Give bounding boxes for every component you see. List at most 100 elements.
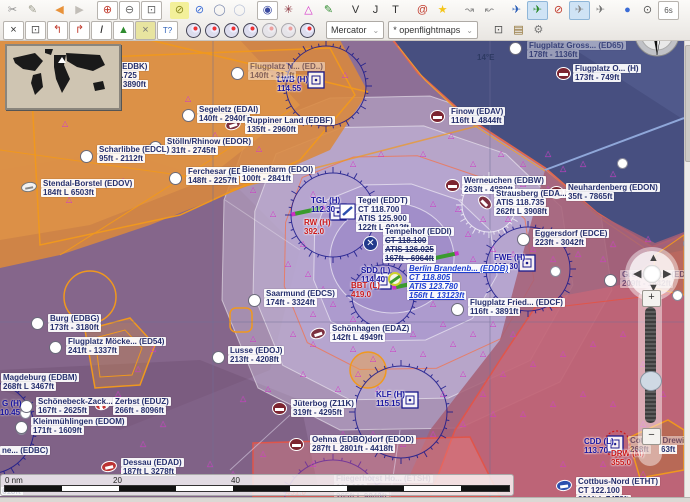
- measure-circle-yellow-icon[interactable]: ⊘: [170, 2, 189, 19]
- fir-gauge-icon[interactable]: [224, 23, 239, 38]
- airport-label[interactable]: Kleinmühlingen (EDOM)171ft - 1609ft: [31, 417, 127, 435]
- dtl-gauge-icon[interactable]: [281, 23, 296, 38]
- airport-label[interactable]: Scharlibbe (EDCL)95ft - 2112ft: [97, 145, 171, 163]
- compass-gauge-icon[interactable]: [186, 23, 201, 38]
- profile-t-icon[interactable]: T: [386, 2, 405, 19]
- rota-gauge-icon[interactable]: [243, 23, 258, 38]
- airport-label[interactable]: Saarmund (EDCS)174ft - 3324ft: [264, 289, 337, 307]
- airport-label[interactable]: Schönhagen (EDAZ)142ft L 4949ft: [330, 324, 411, 342]
- zoom-out-button[interactable]: −: [642, 428, 661, 445]
- airport-label[interactable]: Flugplatz Möcke... (ED54)241ft - 1337ft: [66, 337, 166, 355]
- aircraft-prohibited-icon[interactable]: ⊘: [549, 2, 568, 19]
- airport-label[interactable]: Flugplatz N... (ED..)140ft - 31..ft: [248, 62, 325, 80]
- zoom-selection-icon[interactable]: ⊕: [97, 1, 118, 20]
- obstacle-symbol-icon[interactable]: △: [299, 2, 318, 19]
- globe-grid-icon[interactable]: ●: [618, 2, 637, 19]
- profile-v-icon[interactable]: V: [346, 2, 365, 19]
- airport-label[interactable]: Flugplatz Fried... (EDCF)116ft - 3891ft: [468, 298, 565, 316]
- map-canvas[interactable]: △△△△△△△△△△△△△△△△△△△△△△△△△△△△△△△△△△△△△△△△…: [0, 40, 684, 497]
- compass-plus-gauge-icon[interactable]: [300, 23, 315, 38]
- airport-label[interactable]: Burg (EDBG)173ft - 3180ft: [48, 314, 101, 332]
- airport-label[interactable]: Finow (EDAV)116ft L 4844ft: [449, 107, 505, 125]
- path-red-icon[interactable]: ↰: [47, 21, 68, 40]
- spec-gauge-icon[interactable]: [262, 23, 277, 38]
- path-red2-icon[interactable]: ↱: [69, 21, 90, 40]
- airport-label[interactable]: Schönebeck-Zack...167ft - 2625ft: [36, 397, 115, 415]
- draw-pen-icon[interactable]: ✎: [319, 2, 338, 19]
- vertical-scrollbar[interactable]: [684, 40, 690, 497]
- airport-name: Flugplatz Fried... (EDCF): [468, 298, 565, 307]
- aircraft-a2-icon[interactable]: ✈: [591, 2, 610, 19]
- airport-label[interactable]: Bienenfarm (EDOI)100ft - 2841ft: [240, 165, 315, 183]
- airport-label[interactable]: Flugplatz Gross... (ED65)178ft - 1136ft: [527, 41, 626, 59]
- airport-label[interactable]: Tempelhof (EDDI)CT 118.100ATIS 126.02516…: [383, 227, 454, 263]
- vor-symbol-icon[interactable]: ◉: [257, 1, 278, 20]
- projection-select[interactable]: Mercator⌄: [326, 21, 384, 39]
- italic-text-icon[interactable]: I: [91, 21, 112, 40]
- waypoint-marker-icon[interactable]: @: [413, 2, 432, 19]
- airport-label[interactable]: Lusse (EDOJ)213ft - 4208ft: [228, 346, 284, 364]
- database-icon[interactable]: ▤: [509, 22, 528, 39]
- airport-label[interactable]: ne... (EDBC): [0, 446, 50, 455]
- navaid-label[interactable]: CDD (L)113.70: [584, 437, 614, 455]
- aircraft-blue-icon[interactable]: ✈: [507, 2, 526, 19]
- airport-info: 116ft L 4844ft: [449, 116, 504, 125]
- pan-up-icon[interactable]: ▲: [648, 252, 659, 264]
- airport-name: Eggersdorf (EDCE): [533, 229, 609, 238]
- six-s-icon[interactable]: 6s: [658, 1, 679, 20]
- profile-j-icon[interactable]: J: [366, 2, 385, 19]
- pan-right-icon[interactable]: ▶: [663, 267, 671, 280]
- circle-dot-icon[interactable]: ⊙: [638, 2, 657, 19]
- favorite-star-icon[interactable]: ★: [433, 2, 452, 19]
- obstacle-triangle-icon: △: [185, 95, 191, 103]
- airport-label[interactable]: Eggersdorf (EDCE)223ft - 3042ft: [533, 229, 609, 247]
- chart-select[interactable]: * openflightmaps⌄: [388, 21, 478, 39]
- navaid-label[interactable]: TGL (H)112.30: [311, 196, 340, 214]
- airport-info: 131ft - 2745ft: [165, 146, 218, 155]
- route-segment-icon[interactable]: ↝: [460, 2, 479, 19]
- clear-yellow-icon[interactable]: ×: [135, 21, 156, 40]
- close-x-icon[interactable]: ×: [3, 21, 24, 40]
- zoom-page-icon[interactable]: ⊡: [141, 1, 162, 20]
- navaid-label[interactable]: KLF (H)115.15: [376, 390, 405, 408]
- aircraft-a1-icon[interactable]: ✈: [569, 1, 590, 20]
- airport-label[interactable]: Stendal-Borstel (EDOV)184ft L 6503ft: [41, 179, 134, 197]
- pan-center[interactable]: [643, 265, 661, 283]
- airport-label[interactable]: Jüterbog (Z11K)319ft - 4295ft: [291, 399, 356, 417]
- nav-forward-icon[interactable]: ▶: [70, 2, 89, 19]
- stamp-tool-icon[interactable]: ✎: [23, 2, 42, 19]
- help-tq-icon[interactable]: T?: [157, 21, 178, 40]
- zoom-out-icon[interactable]: ⊖: [119, 1, 140, 20]
- range-circle-light-icon[interactable]: ◯: [230, 2, 249, 19]
- airport-label[interactable]: Oehna (EDBO)dorf (EDOD)287ft L 2801ft - …: [310, 435, 416, 453]
- range-circle-icon[interactable]: ◯: [210, 2, 229, 19]
- preview-box-icon[interactable]: ⊡: [489, 22, 508, 39]
- aircraft-add-icon[interactable]: ✈: [527, 1, 548, 20]
- scrollbar-thumb[interactable]: [685, 45, 690, 162]
- cut-tool-icon[interactable]: ✂: [3, 2, 22, 19]
- class-gauge-icon[interactable]: [205, 23, 220, 38]
- ndb-label[interactable]: RW (H)392.0: [304, 218, 331, 236]
- world-overview-inset[interactable]: [5, 44, 121, 110]
- zoom-box-icon[interactable]: ⊡: [25, 21, 46, 40]
- route-edit-icon[interactable]: ↜: [480, 2, 499, 19]
- airport-label[interactable]: Stölln/Rhinow (EDOR)131ft - 2745ft: [165, 137, 253, 155]
- settings-gear-icon[interactable]: ⚙: [529, 22, 548, 39]
- airport-label[interactable]: Magdeburg (EDBM)268ft L 3467ft: [1, 373, 79, 391]
- airport-label[interactable]: Strausberg (EDA...ATIS 118.735262ft L 39…: [494, 189, 569, 216]
- zoom-in-button[interactable]: +: [642, 290, 661, 307]
- airport-label[interactable]: Ruppiner Land (EDBF)135ft - 2960ft: [245, 116, 335, 134]
- airport-label[interactable]: Neuhardenberg (EDON)35ft - 7865ft: [566, 183, 660, 201]
- pan-left-icon[interactable]: ◀: [633, 267, 641, 280]
- zoom-slider-handle[interactable]: [640, 371, 662, 391]
- rose-symbol-icon[interactable]: ✳: [279, 2, 298, 19]
- zoom-slider-track[interactable]: [645, 307, 656, 423]
- airport-label[interactable]: Zerbst (EDUZ)266ft - 8096ft: [113, 397, 171, 415]
- airport-label[interactable]: Flugplatz O... (H)173ft - 749ft: [573, 64, 641, 82]
- ndb-label[interactable]: BBT (L)419.0: [351, 281, 380, 299]
- measure-circle-blue-icon[interactable]: ⊘: [190, 2, 209, 19]
- airport-label[interactable]: Berlin Brandenb... (EDDB)CT 118.805ATIS …: [407, 264, 510, 300]
- airport-label[interactable]: Cottbus-Nord (ETHT)CT 122.100221ft L 747…: [576, 477, 660, 497]
- nav-back-icon[interactable]: ◀: [50, 2, 69, 19]
- terrain-icon[interactable]: ▲: [113, 21, 134, 40]
